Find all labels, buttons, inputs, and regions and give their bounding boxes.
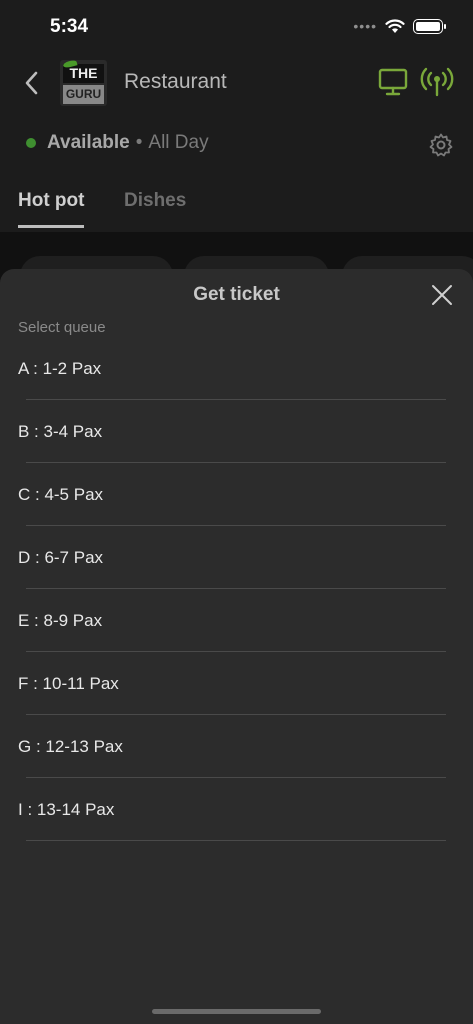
- queue-option-label: G : 12-13 Pax: [18, 737, 123, 756]
- queue-option-label: B : 3-4 Pax: [18, 422, 103, 441]
- page-title: Restaurant: [124, 70, 227, 93]
- queue-option-g[interactable]: G : 12-13 Pax: [0, 715, 473, 778]
- queue-option-e[interactable]: E : 8-9 Pax: [0, 589, 473, 652]
- logo-text-bottom: GURU: [63, 85, 104, 104]
- restaurant-logo: THE GURU: [60, 60, 107, 106]
- queue-option-label: E : 8-9 Pax: [18, 611, 103, 630]
- queue-option-f[interactable]: F : 10-11 Pax: [0, 652, 473, 715]
- queue-option-i[interactable]: I : 13-14 Pax: [0, 778, 473, 841]
- app-screen: 5:34 •••• THE GURU Restaurant Available …: [0, 0, 473, 1024]
- settings-button[interactable]: [429, 133, 453, 162]
- available-status-dot: [26, 138, 36, 148]
- get-ticket-sheet: Get ticket Select queue A : 1-2 Pax B : …: [0, 269, 473, 1024]
- availability-separator: •: [135, 132, 143, 153]
- status-bar: 5:34 ••••: [0, 0, 473, 54]
- queue-option-b[interactable]: B : 3-4 Pax: [0, 400, 473, 463]
- availability-label: Available: [47, 132, 130, 153]
- back-button[interactable]: [16, 68, 46, 98]
- wifi-icon: [385, 18, 405, 33]
- close-button[interactable]: [429, 282, 455, 308]
- divider: [26, 840, 446, 841]
- monitor-icon: [378, 68, 408, 96]
- close-icon: [432, 285, 452, 305]
- queue-option-label: I : 13-14 Pax: [18, 800, 115, 819]
- availability-time: All Day: [148, 132, 209, 153]
- queue-option-a[interactable]: A : 1-2 Pax: [0, 337, 473, 400]
- availability-row: Available • All Day: [26, 132, 209, 154]
- home-indicator[interactable]: [152, 1009, 321, 1014]
- back-chevron-icon: [25, 71, 38, 95]
- queue-option-label: C : 4-5 Pax: [18, 485, 104, 504]
- display-button[interactable]: [378, 68, 408, 101]
- status-indicators: ••••: [353, 18, 446, 34]
- queue-option-label: F : 10-11 Pax: [18, 674, 119, 693]
- select-queue-label: Select queue: [18, 319, 106, 336]
- tab-hot-pot[interactable]: Hot pot: [18, 190, 85, 228]
- cell-signal-icon: ••••: [353, 18, 377, 34]
- queue-option-d[interactable]: D : 6-7 Pax: [0, 526, 473, 589]
- queue-option-label: D : 6-7 Pax: [18, 548, 104, 567]
- broadcast-button[interactable]: [419, 66, 455, 103]
- queue-list: A : 1-2 Pax B : 3-4 Pax C : 4-5 Pax D : …: [0, 337, 473, 841]
- status-time: 5:34: [50, 16, 89, 37]
- broadcast-signal-icon: [420, 67, 454, 97]
- category-tabs: Hot pot Dishes: [0, 190, 473, 232]
- queue-option-c[interactable]: C : 4-5 Pax: [0, 463, 473, 526]
- tab-dishes[interactable]: Dishes: [124, 190, 186, 225]
- queue-option-label: A : 1-2 Pax: [18, 359, 102, 378]
- gear-icon: [429, 133, 453, 157]
- sheet-title: Get ticket: [193, 284, 280, 305]
- battery-icon: [413, 18, 446, 34]
- top-header: THE GURU Restaurant: [0, 58, 473, 110]
